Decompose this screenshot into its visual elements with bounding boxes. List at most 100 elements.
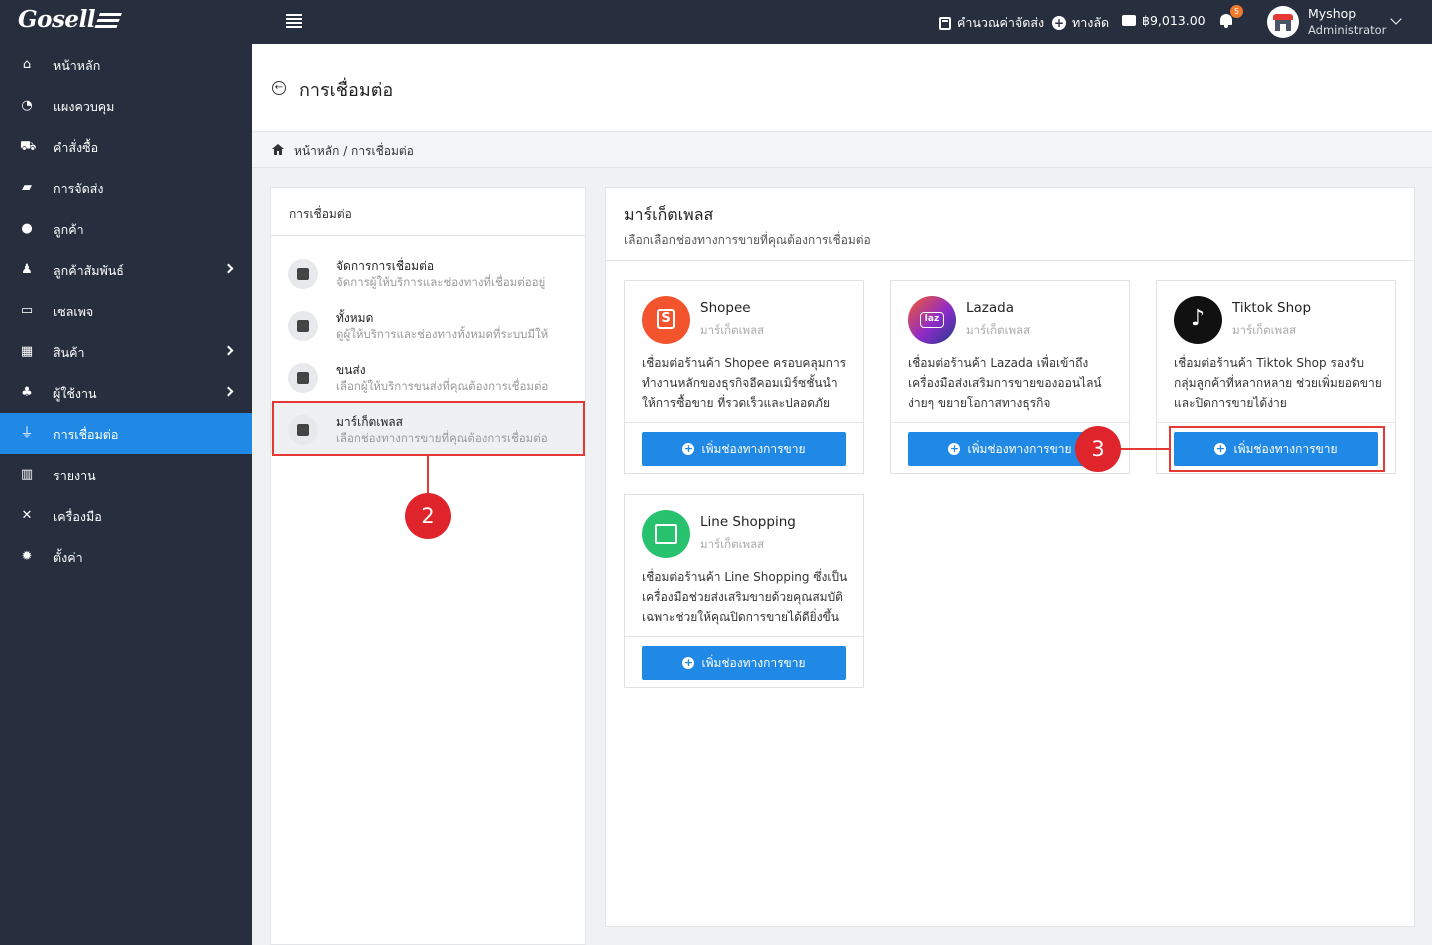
sidebar-item-connections[interactable]: ⏚ การเชื่อมต่อ [0,413,252,454]
user-role: Administrator [1308,23,1387,37]
panel-title: การเชื่อมต่อ [289,207,352,221]
button-label: เพิ่มช่องทางการขาย [701,441,806,456]
chart-icon: ▥ [20,467,34,482]
menu-item-sub: ดูผู้ให้บริการและช่องทางทั้งหมดที่ระบบมี… [336,327,549,341]
card-description: เชื่อมต่อร้านค้า Shopee ครอบคลุมการทำงาน… [642,356,847,410]
tools-icon: ✕ [21,508,33,523]
sidebar-item-label: ตั้งค่า [53,550,83,565]
sidebar-item-crm[interactable]: ♟ ลูกค้าสัมพันธ์ [0,249,252,290]
users-icon: ● [21,221,33,236]
avatar[interactable] [1267,6,1299,38]
card-tag: มาร์เก็ตเพลส [966,323,1031,337]
gear-icon: ✹ [21,549,33,564]
breadcrumb-text[interactable]: หน้าหลัก / การเชื่อมต่อ [294,142,414,161]
home-icon: ⌂ [22,57,32,72]
chevron-right-icon [223,345,234,356]
sidebar-item-label: ผู้ใช้งาน [53,386,97,401]
shortcut-button[interactable]: + ทางลัด [1052,13,1109,33]
panel-subtitle: เลือกเลือกช่องทางการขายที่คุณต้องการเชื่… [624,233,871,247]
callout-line [427,456,429,494]
sidebar-item-label: เครื่องมือ [53,509,102,524]
sidebar-item-users[interactable]: ♣ ผู้ใช้งาน [0,372,252,413]
user-name[interactable]: Myshop [1308,6,1356,21]
button-label: เพิ่มช่องทางการขาย [701,655,806,670]
cogs-icon [288,259,318,289]
calculator-icon [939,16,951,30]
card-name: Tiktok Shop [1232,300,1312,316]
main-content: ← การเชื่อมต่อ หน้าหลัก / การเชื่อมต่อ ก… [252,44,1432,945]
sidebar-item-label: รายงาน [53,468,96,483]
card-description: เชื่อมต่อร้านค้า Line Shopping ซึ่งเป็นเ… [642,570,848,624]
step-3-callout: 3 [1075,426,1121,472]
sidebar-item-label: คำสั่งซื้อ [53,140,99,155]
card-name: Line Shopping [700,514,796,530]
plug-icon: ⏚ [20,426,34,441]
tiktok-logo-icon: ♪ [1174,296,1222,344]
top-bar: Gosell คำนวณค่าจัดส่ง + ทางลัด ฿9,013.00… [0,0,1432,44]
page-title: การเชื่อมต่อ [299,80,394,101]
card-description: เชื่อมต่อร้านค้า Tiktok Shop รองรับกลุ่ม… [1174,356,1382,410]
card-name: Lazada [966,300,1014,316]
notification-badge: 5 [1230,5,1243,18]
lazada-logo-icon: laz [908,296,956,344]
highlight-box-marketplace [272,401,585,456]
add-line-shopping-button[interactable]: + เพิ่มช่องทางการขาย [642,646,846,680]
balance-amount: ฿9,013.00 [1142,13,1206,28]
connection-menu-panel: การเชื่อมต่อ จัดการการเชื่อมต่อ จัดการผู… [270,187,586,945]
menu-item-manage[interactable]: จัดการการเชื่อมต่อ จัดการผู้ให้บริการและ… [271,246,586,298]
menu-item-sub: จัดการผู้ให้บริการและช่องทางที่เชื่อมต่อ… [336,275,546,289]
breadcrumb: หน้าหลัก / การเชื่อมต่อ [252,132,1432,168]
home-icon[interactable] [272,144,284,155]
sidebar-item-reports[interactable]: ▥ รายงาน [0,454,252,495]
window-icon: ▭ [20,303,34,318]
step-2-callout: 2 [405,493,451,539]
sidebar-item-shipping[interactable]: ▰ การจัดส่ง [0,167,252,208]
card-tag: มาร์เก็ตเพลส [700,323,765,337]
user-gear-icon: ♣ [21,385,33,400]
sidebar-item-label: ลูกค้า [53,222,84,237]
sidebar-item-tools[interactable]: ✕ เครื่องมือ [0,495,252,536]
plus-circle-icon: + [1052,16,1066,30]
truck-icon [288,363,318,393]
plus-circle-icon: + [682,442,695,455]
card-description: เชื่อมต่อร้านค้า Lazada เพื่อเข้าถึงเครื… [908,356,1102,410]
plus-circle-icon: + [682,656,695,669]
menu-item-sub: เลือกผู้ให้บริการขนส่งที่คุณต้องการเชื่อ… [336,379,549,393]
sidebar-item-orders[interactable]: ⛟ คำสั่งซื้อ [0,126,252,167]
callout-line [1120,448,1170,450]
sidebar-item-label: หน้าหลัก [53,58,101,73]
sidebar-item-settings[interactable]: ✹ ตั้งค่า [0,536,252,577]
sidebar-item-dashboard[interactable]: ◔ แผงควบคุม [0,85,252,126]
sidebar-item-home[interactable]: ⌂ หน้าหลัก [0,44,252,85]
chevron-right-icon [223,386,234,397]
card-name: Shopee [700,300,751,316]
balance-button[interactable]: ฿9,013.00 [1122,13,1206,28]
shipping-calc-button[interactable]: คำนวณค่าจัดส่ง [939,13,1044,33]
menu-toggle-icon[interactable] [286,14,302,28]
add-shopee-button[interactable]: + เพิ่มช่องทางการขาย [642,432,846,466]
sidebar-item-label: แผงควบคุม [53,99,115,114]
plus-circle-icon: + [948,442,961,455]
sidebar-item-label: การจัดส่ง [53,181,104,196]
gosell-logo[interactable]: Gosell [18,6,122,33]
sidebar-item-label: ลูกค้าสัมพันธ์ [53,263,124,278]
line-shopping-logo-icon [642,510,690,558]
back-arrow-icon[interactable]: ← [272,81,286,95]
sidebar-item-label: เซลเพจ [53,304,94,319]
sidebar-item-label: สินค้า [53,345,85,360]
sidebar-item-salespage[interactable]: ▭ เซลเพจ [0,290,252,331]
shopee-card: S Shopee มาร์เก็ตเพลส เชื่อมต่อร้านค้า S… [624,280,864,474]
sidebar-item-label: การเชื่อมต่อ [53,427,119,442]
shopee-logo-icon: S [642,296,690,344]
wallet-icon [1122,15,1136,26]
card-tag: มาร์เก็ตเพลส [700,537,765,551]
menu-item-all[interactable]: ทั้งหมด ดูผู้ให้บริการและช่องทางทั้งหมดท… [271,298,586,350]
sidebar-item-customers[interactable]: ● ลูกค้า [0,208,252,249]
button-label: เพิ่มช่องทางการขาย [967,441,1072,456]
sidebar-item-products[interactable]: ▦ สินค้า [0,331,252,372]
menu-item-shipping[interactable]: ขนส่ง เลือกผู้ให้บริการขนส่งที่คุณต้องกา… [271,350,586,402]
sidebar: ⌂ หน้าหลัก ◔ แผงควบคุม ⛟ คำสั่งซื้อ ▰ การจัด… [0,44,252,945]
dashboard-icon: ◔ [21,98,33,113]
chevron-down-icon[interactable] [1390,13,1402,25]
boxes-icon: ▦ [20,344,34,359]
